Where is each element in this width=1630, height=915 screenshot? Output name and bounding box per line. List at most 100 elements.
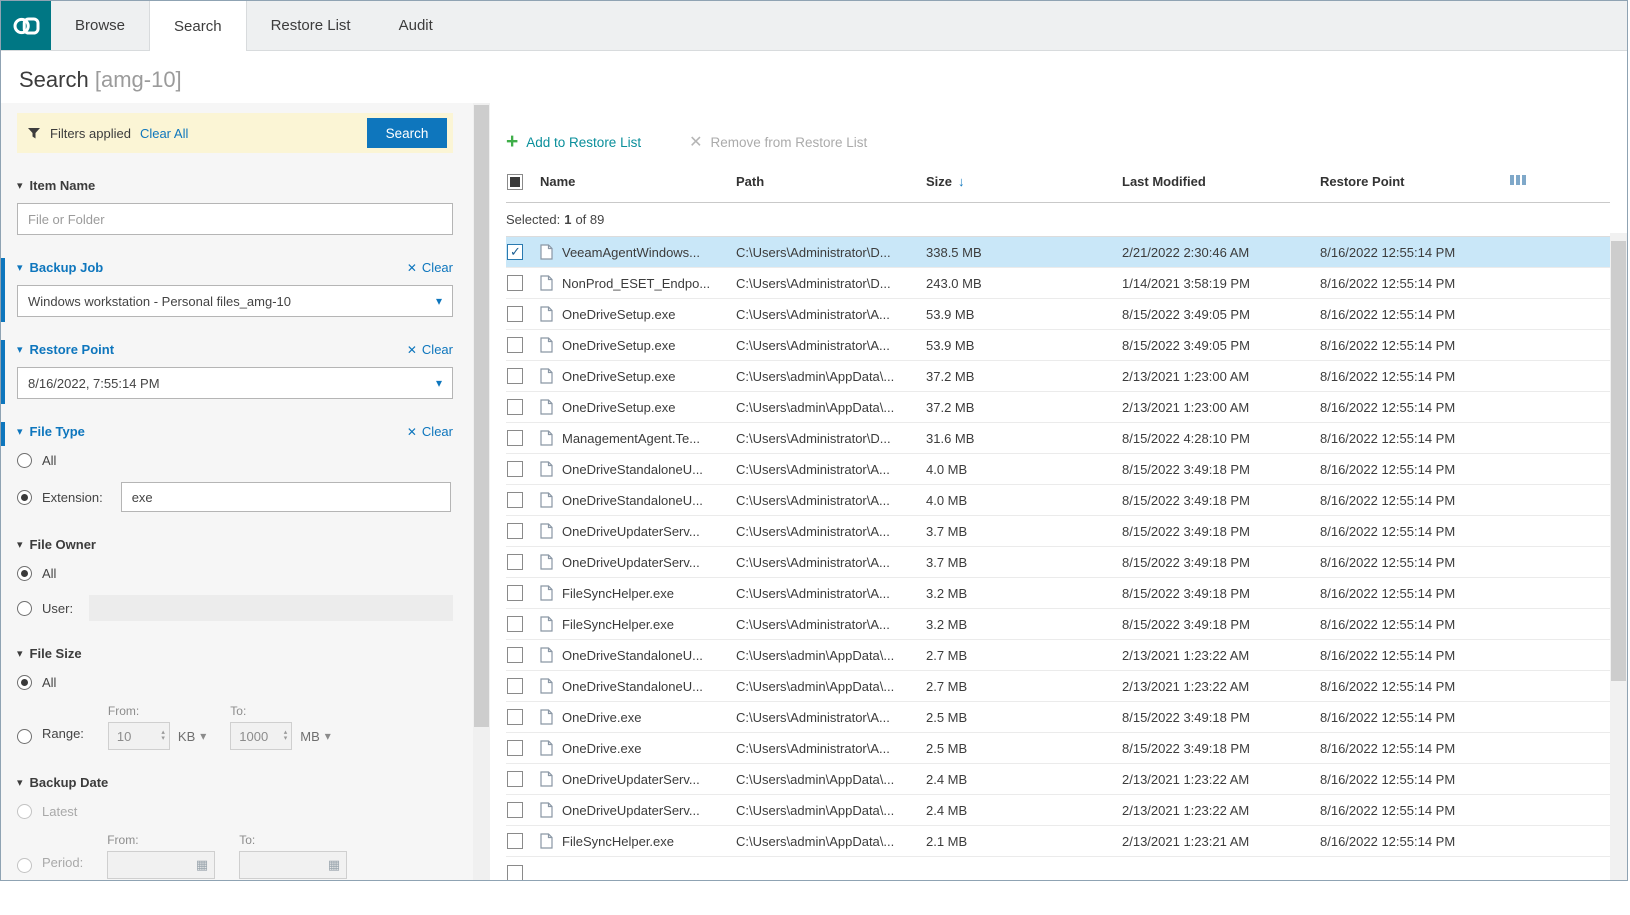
table-row[interactable]: FileSyncHelper.exe C:\Users\Administrato… bbox=[506, 578, 1610, 609]
row-checkbox[interactable] bbox=[507, 244, 523, 260]
column-header-restore-point[interactable]: Restore Point bbox=[1320, 174, 1610, 189]
table-row[interactable]: OneDriveUpdaterServ... C:\Users\Administ… bbox=[506, 547, 1610, 578]
column-header-modified[interactable]: Last Modified bbox=[1122, 174, 1320, 189]
table-row[interactable]: OneDrive.exe C:\Users\Administrator\A...… bbox=[506, 702, 1610, 733]
chevron-down-icon: ▾ bbox=[325, 729, 331, 743]
file-size-range-radio[interactable] bbox=[17, 729, 32, 744]
file-owner-user-radio[interactable] bbox=[17, 601, 32, 616]
row-checkbox[interactable] bbox=[507, 337, 523, 353]
row-checkbox[interactable] bbox=[507, 709, 523, 725]
add-to-restore-list-button[interactable]: + Add to Restore List bbox=[506, 132, 641, 152]
restore-point-section-title[interactable]: Restore Point bbox=[30, 342, 115, 357]
table-row[interactable]: OneDriveUpdaterServ... C:\Users\admin\Ap… bbox=[506, 795, 1610, 826]
file-icon bbox=[540, 275, 553, 291]
table-row[interactable]: VeeamAgentWindows... C:\Users\Administra… bbox=[506, 237, 1610, 268]
size-from-spinner[interactable]: 10 ▴▾ bbox=[108, 722, 170, 750]
table-row[interactable]: OneDriveSetup.exe C:\Users\Administrator… bbox=[506, 299, 1610, 330]
row-checkbox[interactable] bbox=[507, 740, 523, 756]
table-row[interactable]: OneDriveUpdaterServ... C:\Users\Administ… bbox=[506, 516, 1610, 547]
file-type-all-radio[interactable] bbox=[17, 453, 32, 468]
row-checkbox[interactable] bbox=[507, 399, 523, 415]
backup-date-section-title[interactable]: Backup Date bbox=[30, 775, 109, 790]
table-row[interactable]: OneDriveStandaloneU... C:\Users\admin\Ap… bbox=[506, 640, 1610, 671]
results-scrollbar[interactable] bbox=[1610, 233, 1627, 880]
file-type-extension-radio[interactable] bbox=[17, 490, 32, 505]
row-checkbox[interactable] bbox=[507, 585, 523, 601]
file-owner-user-input[interactable] bbox=[89, 595, 453, 621]
file-owner-section-title[interactable]: File Owner bbox=[30, 537, 96, 552]
table-row[interactable]: OneDrive.exe C:\Users\Administrator\A...… bbox=[506, 733, 1610, 764]
row-checkbox[interactable] bbox=[507, 523, 523, 539]
row-checkbox[interactable] bbox=[507, 802, 523, 818]
row-checkbox[interactable] bbox=[507, 771, 523, 787]
table-row[interactable]: FileSyncHelper.exe C:\Users\admin\AppDat… bbox=[506, 826, 1610, 857]
tab-browse[interactable]: Browse bbox=[51, 1, 149, 50]
app-logo-icon[interactable] bbox=[1, 1, 51, 50]
backup-job-clear-button[interactable]: ✕Clear bbox=[407, 260, 453, 275]
row-checkbox[interactable] bbox=[507, 492, 523, 508]
table-row[interactable]: OneDriveSetup.exe C:\Users\admin\AppData… bbox=[506, 361, 1610, 392]
file-modified: 8/15/2022 3:49:18 PM bbox=[1122, 617, 1320, 632]
scrollbar-thumb[interactable] bbox=[474, 105, 489, 727]
file-size: 338.5 MB bbox=[926, 245, 1122, 260]
file-owner-all-radio[interactable] bbox=[17, 566, 32, 581]
table-row[interactable]: ManagementAgent.Te... C:\Users\Administr… bbox=[506, 423, 1610, 454]
remove-from-restore-list-button[interactable]: ✕ Remove from Restore List bbox=[689, 132, 867, 152]
select-all-checkbox[interactable] bbox=[507, 174, 523, 190]
chevron-down-icon: ▾ bbox=[17, 425, 23, 438]
table-row[interactable]: OneDriveStandaloneU... C:\Users\admin\Ap… bbox=[506, 671, 1610, 702]
table-row-partial[interactable] bbox=[506, 857, 1610, 880]
tab-search[interactable]: Search bbox=[149, 1, 247, 51]
table-row[interactable]: NonProd_ESET_Endpo... C:\Users\Administr… bbox=[506, 268, 1610, 299]
size-to-unit-select[interactable]: MB▾ bbox=[300, 729, 331, 744]
file-type-section-title[interactable]: File Type bbox=[30, 424, 85, 439]
table-row[interactable]: OneDriveStandaloneU... C:\Users\Administ… bbox=[506, 485, 1610, 516]
restore-point-select[interactable]: 8/16/2022, 7:55:14 PM ▾ bbox=[17, 367, 453, 399]
table-row[interactable]: FileSyncHelper.exe C:\Users\Administrato… bbox=[506, 609, 1610, 640]
spinner-arrows-icon[interactable]: ▴▾ bbox=[161, 730, 165, 742]
section-restore-point: ▾ Restore Point ✕Clear 8/16/2022, 7:55:1… bbox=[17, 342, 453, 399]
search-button[interactable]: Search bbox=[367, 118, 447, 148]
selected-label: Selected: bbox=[506, 212, 560, 227]
top-bar: Browse Search Restore List Audit bbox=[1, 1, 1627, 51]
column-header-path[interactable]: Path bbox=[736, 174, 926, 189]
column-header-name[interactable]: Name bbox=[540, 174, 736, 189]
file-size-all-radio[interactable] bbox=[17, 675, 32, 690]
row-checkbox[interactable] bbox=[507, 616, 523, 632]
row-checkbox[interactable] bbox=[507, 833, 523, 849]
backup-job-section-title[interactable]: Backup Job bbox=[30, 260, 104, 275]
size-to-spinner[interactable]: 1000 ▴▾ bbox=[230, 722, 292, 750]
file-size-section-title[interactable]: File Size bbox=[30, 646, 82, 661]
column-options-icon[interactable] bbox=[1510, 175, 1526, 185]
table-row[interactable]: OneDriveSetup.exe C:\Users\Administrator… bbox=[506, 330, 1610, 361]
row-checkbox[interactable] bbox=[507, 368, 523, 384]
row-checkbox[interactable] bbox=[507, 275, 523, 291]
row-checkbox[interactable] bbox=[507, 647, 523, 663]
row-checkbox[interactable] bbox=[507, 461, 523, 477]
column-header-size[interactable]: Size↓ bbox=[926, 174, 1122, 189]
file-name: OneDriveUpdaterServ... bbox=[562, 803, 700, 818]
title-bar: Search [amg-10] bbox=[1, 51, 1627, 103]
row-checkbox[interactable] bbox=[507, 865, 523, 880]
item-name-section-title[interactable]: Item Name bbox=[30, 178, 96, 193]
filters-scrollbar[interactable] bbox=[473, 103, 490, 880]
table-row[interactable]: OneDriveSetup.exe C:\Users\admin\AppData… bbox=[506, 392, 1610, 423]
backup-job-select[interactable]: Windows workstation - Personal files_amg… bbox=[17, 285, 453, 317]
tab-audit[interactable]: Audit bbox=[375, 1, 457, 50]
row-checkbox[interactable] bbox=[507, 678, 523, 694]
row-checkbox[interactable] bbox=[507, 306, 523, 322]
restore-point-clear-button[interactable]: ✕Clear bbox=[407, 342, 453, 357]
file-type-clear-button[interactable]: ✕Clear bbox=[407, 424, 453, 439]
item-name-input[interactable] bbox=[17, 203, 453, 235]
file-icon bbox=[540, 833, 553, 849]
clear-all-link[interactable]: Clear All bbox=[140, 126, 188, 141]
size-from-unit-select[interactable]: KB▾ bbox=[178, 729, 206, 744]
tab-restore-list[interactable]: Restore List bbox=[247, 1, 375, 50]
scrollbar-thumb[interactable] bbox=[1611, 241, 1626, 681]
spinner-arrows-icon[interactable]: ▴▾ bbox=[284, 730, 288, 742]
table-row[interactable]: OneDriveStandaloneU... C:\Users\Administ… bbox=[506, 454, 1610, 485]
row-checkbox[interactable] bbox=[507, 554, 523, 570]
row-checkbox[interactable] bbox=[507, 430, 523, 446]
table-row[interactable]: OneDriveUpdaterServ... C:\Users\admin\Ap… bbox=[506, 764, 1610, 795]
extension-input[interactable] bbox=[121, 482, 451, 512]
